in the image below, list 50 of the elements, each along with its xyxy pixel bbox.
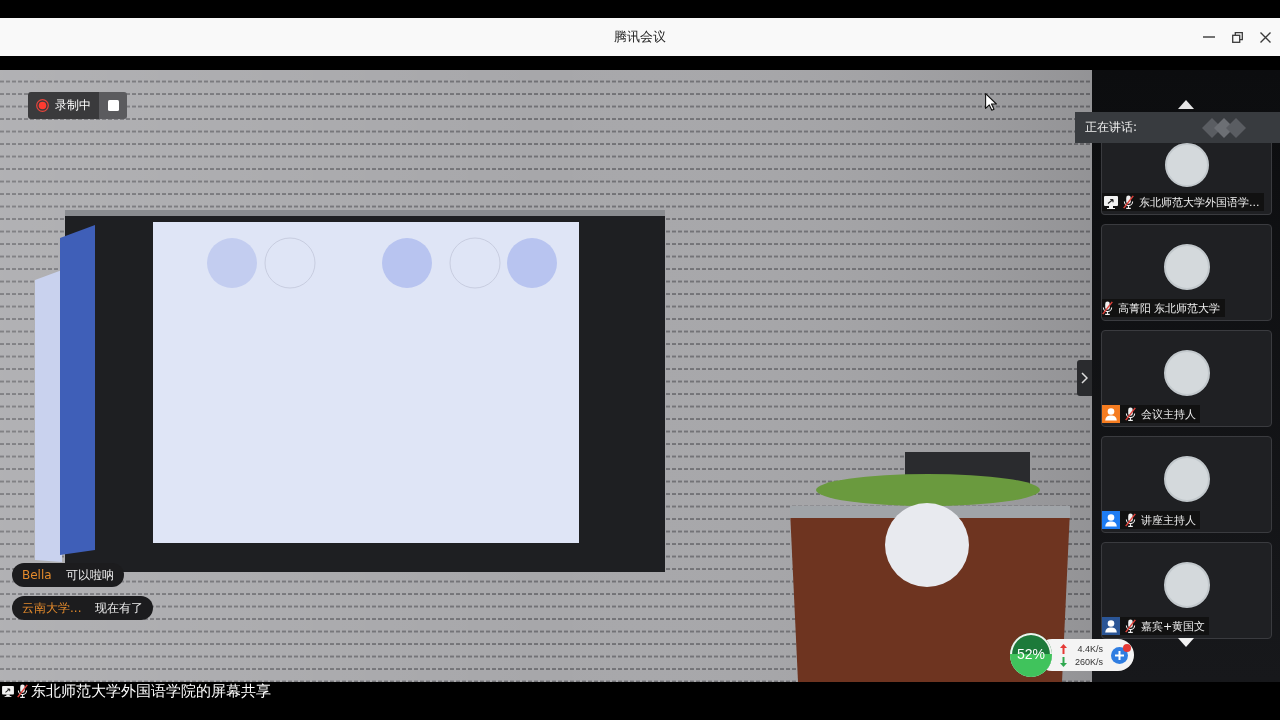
screen-share-label: 东北师范大学外国语学院的屏幕共享: [31, 682, 271, 700]
participant-tile[interactable]: 高菁阳 东北师范大学: [1101, 224, 1272, 321]
participant-name: 讲座主持人: [1141, 512, 1196, 528]
scroll-down-button[interactable]: [1178, 638, 1194, 647]
recording-label: 录制中: [55, 97, 91, 114]
participant-name: 东北师范大学外国语学...: [1139, 194, 1260, 210]
record-dot-icon: [36, 99, 49, 112]
stop-icon: [107, 100, 119, 111]
minimize-icon: [1203, 36, 1215, 38]
chevron-right-icon: [1081, 372, 1088, 384]
participant-tile[interactable]: 东北师范大学外国语学...: [1101, 142, 1272, 215]
person-icon: [1102, 511, 1120, 529]
mouse-cursor-icon: [985, 93, 997, 111]
triangle-down-icon: [1178, 638, 1194, 647]
stop-recording-button[interactable]: [99, 92, 127, 119]
participant-tile[interactable]: 嘉宾+黄国文: [1101, 542, 1272, 639]
triangle-up-icon: [1178, 100, 1194, 109]
chat-message: 现在有了: [95, 599, 144, 617]
plus-icon: [1115, 650, 1125, 660]
close-icon: [1259, 31, 1271, 43]
screen-share-icon: [2, 685, 14, 697]
participant-name: 高菁阳 东北师范大学: [1118, 300, 1221, 316]
plus-button[interactable]: [1111, 646, 1129, 664]
upload-speed: 4.4K/s: [1077, 643, 1104, 654]
participant-tile[interactable]: 会议主持人: [1101, 330, 1272, 427]
scroll-up-button[interactable]: [1178, 100, 1194, 109]
avatar: [1163, 456, 1210, 502]
chat-sender: 云南大学...: [22, 599, 82, 617]
restore-icon: [1231, 31, 1243, 43]
chat-message: 可以啦呐: [65, 566, 114, 584]
speaking-label: 正在讲话:: [1085, 119, 1138, 136]
window-title: 腾讯会议: [614, 28, 666, 46]
usage-percent: 52%: [1016, 646, 1046, 662]
avatar: [1163, 244, 1210, 290]
notification-dot-icon: [1123, 643, 1132, 652]
avatar: [1163, 350, 1210, 396]
chat-sender: Bella: [22, 568, 52, 582]
screen-share-icon: [1104, 195, 1118, 209]
participant-name: 嘉宾+黄国文: [1141, 618, 1206, 634]
participant-name: 会议主持人: [1141, 406, 1196, 422]
download-arrow-icon: [1060, 656, 1067, 667]
download-speed: 260K/s: [1075, 656, 1104, 667]
avatar: [1164, 143, 1209, 187]
avatar: [1163, 562, 1210, 608]
diamond-logo-icon: [1202, 117, 1246, 138]
person-icon: [1102, 405, 1120, 423]
upload-arrow-icon: [1060, 643, 1067, 654]
person-icon: [1102, 617, 1120, 635]
collapse-panel-button[interactable]: [1077, 360, 1092, 396]
participant-tile[interactable]: 讲座主持人: [1101, 436, 1272, 533]
